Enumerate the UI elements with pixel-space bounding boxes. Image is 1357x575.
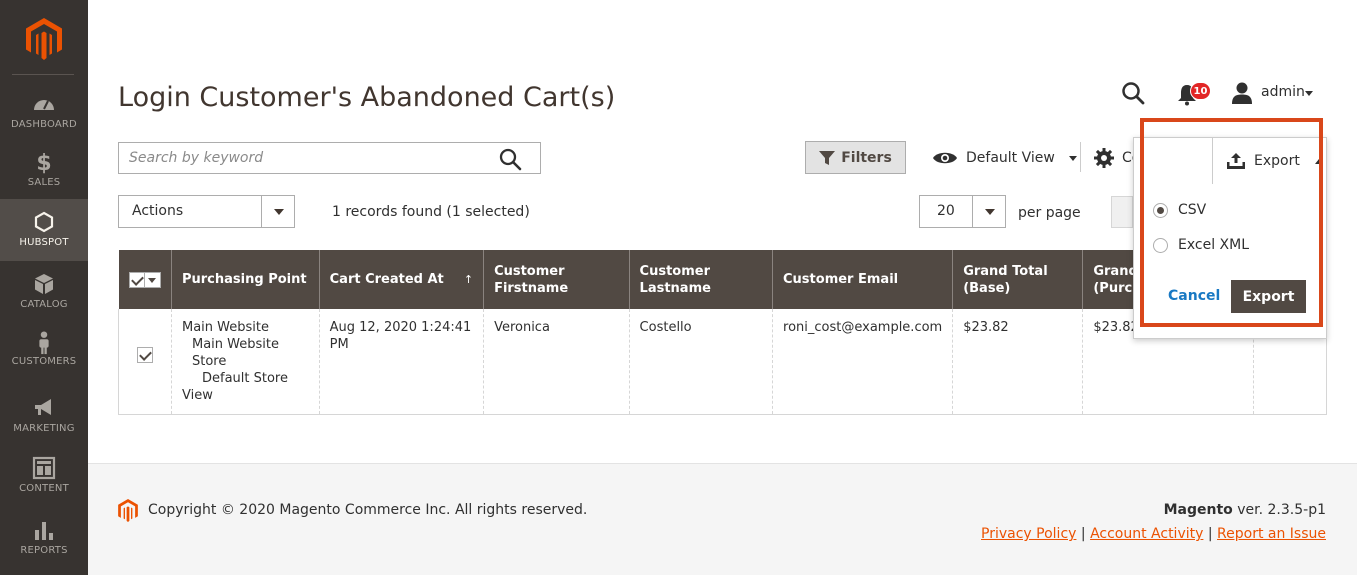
keyword-search-box xyxy=(118,142,541,174)
user-icon[interactable] xyxy=(1232,82,1252,104)
column-header-purchasing-point[interactable]: Purchasing Point xyxy=(170,250,320,309)
account-activity-link[interactable]: Account Activity xyxy=(1090,526,1203,542)
svg-text:$: $ xyxy=(36,151,51,174)
version-text: Magento ver. 2.3.5-p1 xyxy=(1163,502,1326,518)
copyright-text: Copyright © 2020 Magento Commerce Inc. A… xyxy=(148,502,588,518)
export-button-label: Export xyxy=(1254,153,1300,169)
column-header-customer-firstname[interactable]: Customer Firstname xyxy=(483,250,630,309)
page-title: Login Customer's Abandoned Cart(s) xyxy=(118,82,616,113)
export-submit-button[interactable]: Export xyxy=(1231,280,1306,313)
mass-select-dropdown[interactable] xyxy=(144,271,161,288)
pager-previous-button[interactable] xyxy=(1111,196,1133,228)
sidebar-item-content[interactable]: CONTENT xyxy=(0,456,88,518)
sidebar-item-label: REPORTS xyxy=(20,545,68,556)
filters-button-label: Filters xyxy=(841,149,892,166)
sidebar-divider xyxy=(12,74,74,75)
sidebar-item-label: HUBSPOT xyxy=(19,237,69,248)
cart-created-at-cell: Aug 12, 2020 1:24:41 PM xyxy=(318,309,484,415)
dollar-icon: $ xyxy=(36,151,51,174)
dashboard-icon xyxy=(34,100,54,110)
customers-icon xyxy=(39,331,49,355)
magento-footer-logo-icon xyxy=(118,499,138,522)
global-search-icon[interactable] xyxy=(1120,80,1146,106)
records-found-text: 1 records found (1 selected) xyxy=(332,204,530,220)
toolbar-divider xyxy=(1080,142,1081,172)
sidebar-item-marketing[interactable]: MARKETING xyxy=(0,396,88,458)
firstname-cell: Veronica xyxy=(483,309,630,415)
column-header-customer-lastname[interactable]: Customer Lastname xyxy=(628,250,773,309)
export-option-csv[interactable]: CSV xyxy=(1153,202,1206,218)
keyword-search-input[interactable] xyxy=(119,143,479,173)
sidebar-item-label: SALES xyxy=(27,177,61,188)
sidebar-item-customers[interactable]: CUSTOMERS xyxy=(0,331,88,393)
marketing-icon xyxy=(35,399,51,415)
row-select-checkbox[interactable] xyxy=(136,347,153,363)
sidebar-item-label: CUSTOMERS xyxy=(11,356,77,367)
chevron-up-icon xyxy=(1314,158,1323,164)
lastname-cell: Costello xyxy=(628,309,773,415)
per-page-label: per page xyxy=(1018,205,1081,221)
sidebar-item-dashboard[interactable]: DASHBOARD xyxy=(0,88,88,150)
sort-ascending-icon: ↑ xyxy=(463,273,474,286)
chevron-down-icon xyxy=(1068,155,1077,161)
mass-select-checkbox[interactable] xyxy=(128,271,145,288)
sidebar-item-label: CATALOG xyxy=(20,299,68,310)
page-footer xyxy=(88,463,1357,575)
eye-icon xyxy=(933,152,957,164)
catalog-icon xyxy=(35,274,53,294)
column-header-grand-total-base[interactable]: Grand Total (Base) xyxy=(952,250,1083,309)
default-view-label: Default View xyxy=(966,150,1055,166)
sidebar-item-label: MARKETING xyxy=(13,423,75,434)
magento-logo-icon[interactable] xyxy=(26,18,62,60)
mass-select-header xyxy=(118,250,172,309)
email-cell: roni_cost@example.com xyxy=(772,309,953,415)
admin-sidebar: DASHBOARD $ SALES HUBSPOT CATALOG CUSTOM… xyxy=(0,0,88,575)
per-page-select[interactable]: 20 xyxy=(919,195,1006,228)
default-view-dropdown[interactable]: Default View xyxy=(932,148,1077,168)
privacy-policy-link[interactable]: Privacy Policy xyxy=(981,526,1076,542)
chevron-down-icon[interactable] xyxy=(972,196,1005,227)
per-page-value: 20 xyxy=(937,203,955,219)
admin-username[interactable]: admin xyxy=(1261,84,1305,100)
chevron-down-icon[interactable] xyxy=(1305,91,1313,96)
column-header-customer-email[interactable]: Customer Email xyxy=(772,250,953,309)
reports-icon xyxy=(35,522,53,540)
export-button[interactable]: Export xyxy=(1212,137,1327,184)
sidebar-item-reports[interactable]: REPORTS xyxy=(0,518,88,575)
mass-actions-select[interactable]: Actions xyxy=(118,195,295,228)
hubspot-icon xyxy=(34,211,54,233)
sidebar-item-catalog[interactable]: CATALOG xyxy=(0,272,88,334)
search-icon[interactable] xyxy=(498,147,522,171)
csv-radio[interactable] xyxy=(1153,202,1168,218)
upload-icon xyxy=(1227,153,1245,169)
mass-actions-label: Actions xyxy=(132,203,184,219)
row-select-cell xyxy=(118,309,172,415)
export-cancel-button[interactable]: Cancel xyxy=(1168,288,1220,304)
gear-icon xyxy=(1094,148,1114,168)
filters-button[interactable]: Filters xyxy=(805,141,906,174)
column-header-cart-created-at[interactable]: Cart Created At ↑ xyxy=(318,250,484,309)
sidebar-item-label: DASHBOARD xyxy=(11,119,77,130)
footer-links: Privacy Policy | Account Activity | Repo… xyxy=(981,526,1326,542)
sidebar-item-hubspot[interactable]: HUBSPOT xyxy=(0,199,88,261)
purchasing-point-cell: Main Website Main Website Store Default … xyxy=(170,309,320,415)
grand-total-base-cell: $23.82 xyxy=(952,309,1083,415)
filter-funnel-icon xyxy=(819,150,836,165)
notifications-count-badge[interactable]: 10 xyxy=(1190,82,1211,100)
export-option-excel-xml[interactable]: Excel XML xyxy=(1153,237,1249,253)
sidebar-item-label: CONTENT xyxy=(19,483,69,494)
content-icon xyxy=(32,456,56,480)
report-issue-link[interactable]: Report an Issue xyxy=(1217,526,1326,542)
excel-xml-radio[interactable] xyxy=(1153,237,1168,253)
chevron-down-icon[interactable] xyxy=(261,196,294,227)
